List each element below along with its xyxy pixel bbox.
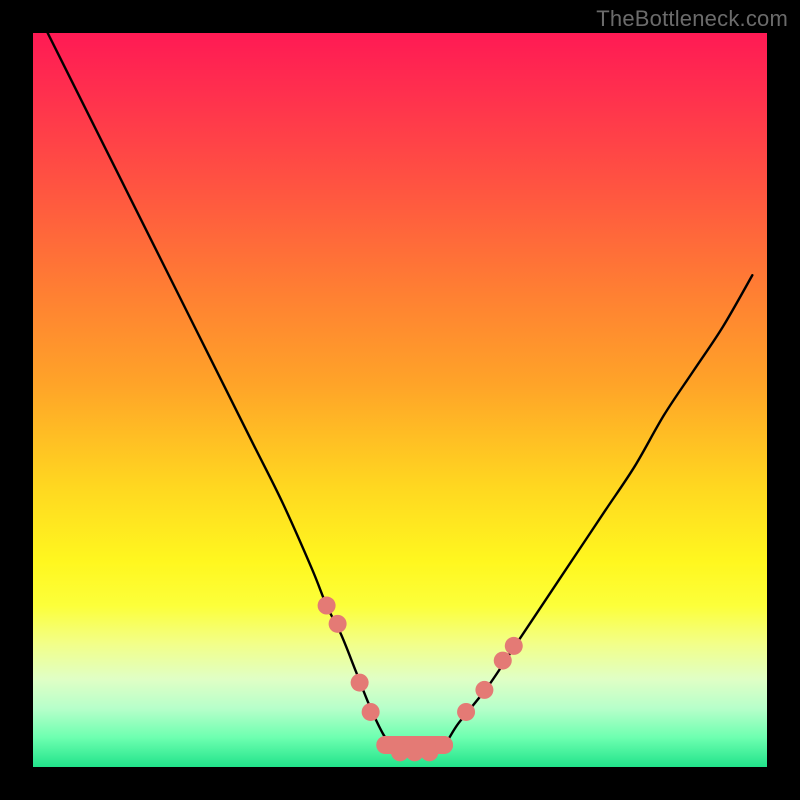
curve-marker [420, 743, 438, 761]
curve-marker [475, 681, 493, 699]
watermark-text: TheBottleneck.com [596, 6, 788, 32]
curve-marker [318, 597, 336, 615]
curve-marker [391, 743, 409, 761]
chart-svg [33, 33, 767, 767]
curve-marker [362, 703, 380, 721]
chart-frame: TheBottleneck.com [0, 0, 800, 800]
curve-marker [435, 736, 453, 754]
marker-group [318, 597, 523, 762]
curve-marker [505, 637, 523, 655]
plot-area [33, 33, 767, 767]
curve-marker [329, 615, 347, 633]
curve-marker [351, 674, 369, 692]
bottleneck-curve [48, 33, 753, 753]
curve-marker [457, 703, 475, 721]
curve-marker [376, 736, 394, 754]
curve-marker [494, 652, 512, 670]
curve-marker [406, 743, 424, 761]
